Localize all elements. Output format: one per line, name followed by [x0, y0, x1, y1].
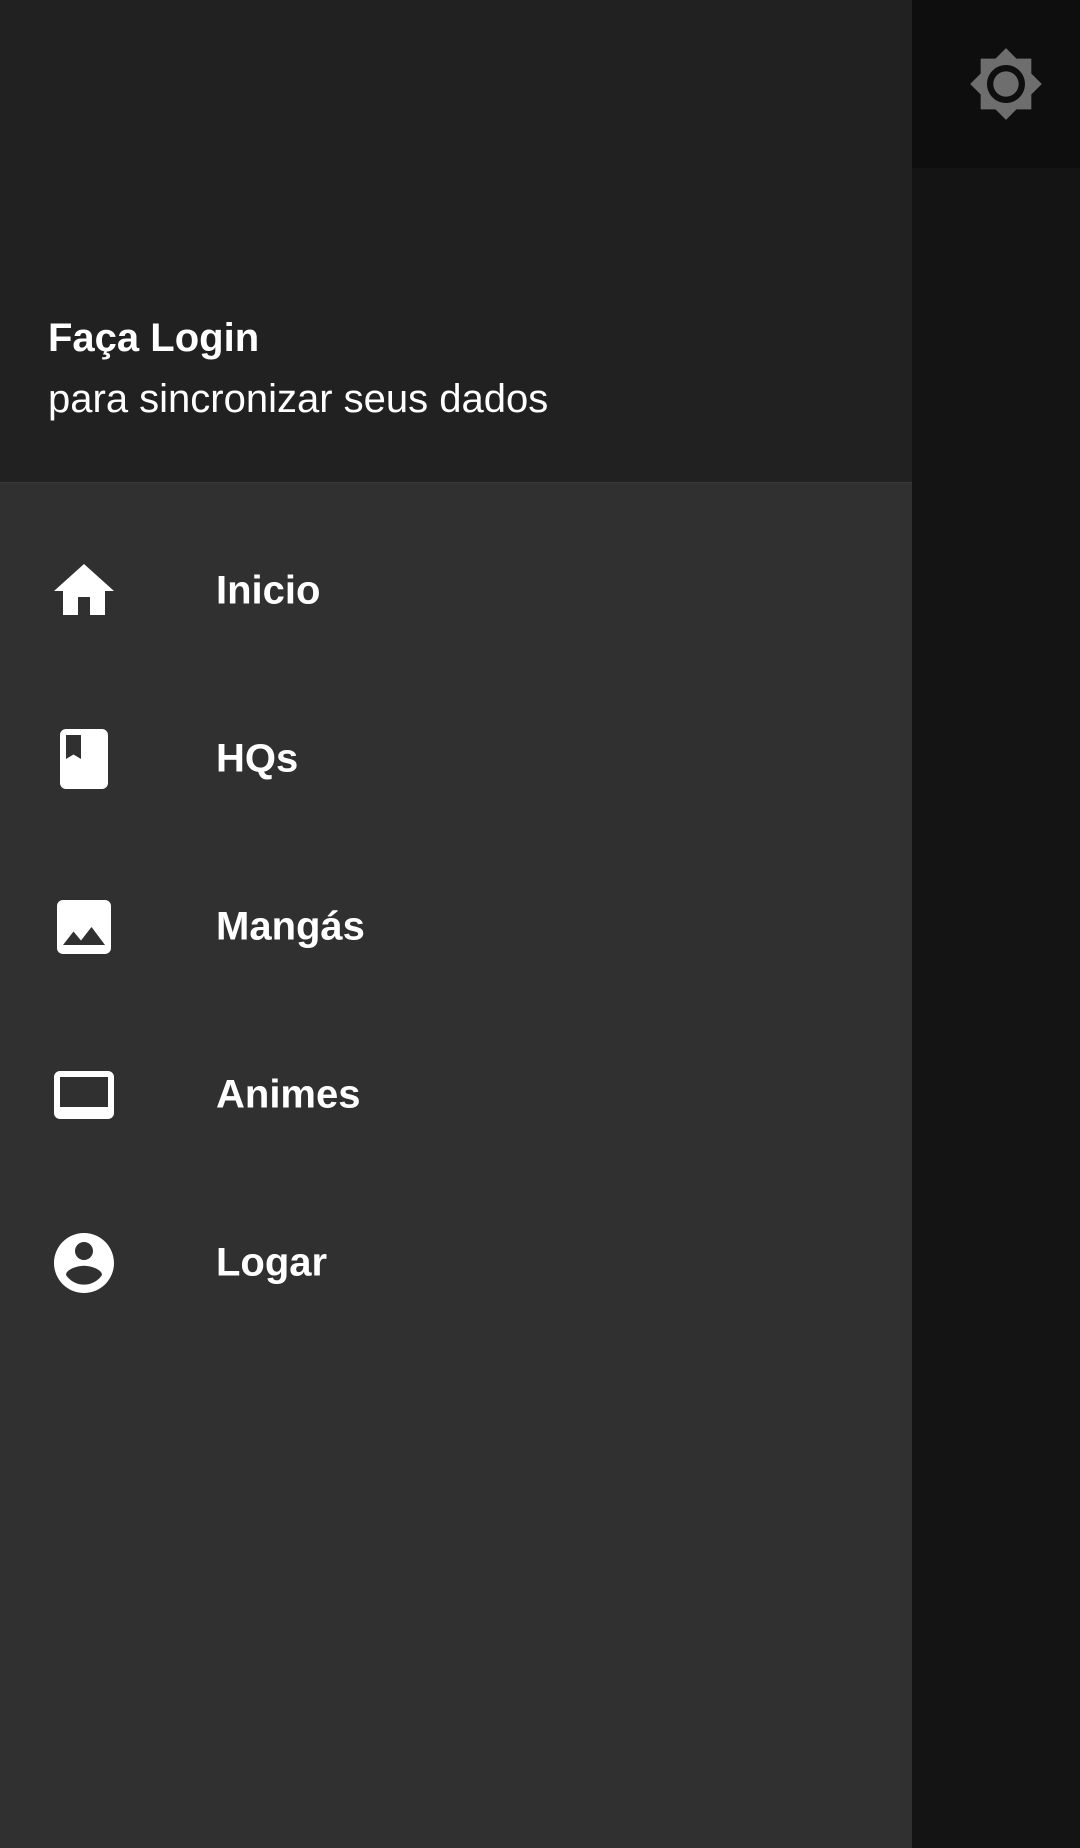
menu-item-label: HQs	[216, 736, 299, 781]
book-icon	[48, 723, 120, 795]
account-circle-icon	[48, 1227, 120, 1299]
menu-item-label: Animes	[216, 1072, 361, 1117]
menu-item-logar[interactable]: Logar	[0, 1179, 912, 1347]
drawer-menu: Inicio HQs Mangás Animes Logar	[0, 507, 912, 1347]
menu-item-animes[interactable]: Animes	[0, 1011, 912, 1179]
drawer-header[interactable]: Faça Login para sincronizar seus dados	[0, 0, 912, 483]
login-subtitle: para sincronizar seus dados	[48, 377, 549, 421]
theme-toggle-button[interactable]	[968, 46, 1044, 122]
home-icon	[48, 555, 120, 627]
menu-item-mangas[interactable]: Mangás	[0, 843, 912, 1011]
menu-item-inicio[interactable]: Inicio	[0, 507, 912, 675]
menu-item-hqs[interactable]: HQs	[0, 675, 912, 843]
screen: Faça Login para sincronizar seus dados I…	[0, 0, 1080, 1848]
menu-item-label: Logar	[216, 1240, 328, 1285]
menu-item-label: Mangás	[216, 904, 365, 949]
navigation-drawer: Faça Login para sincronizar seus dados I…	[0, 0, 912, 1848]
login-title: Faça Login	[48, 316, 260, 360]
image-icon	[48, 891, 120, 963]
tv-icon	[48, 1059, 120, 1131]
brightness-icon	[970, 48, 1042, 120]
menu-item-label: Inicio	[216, 568, 321, 613]
